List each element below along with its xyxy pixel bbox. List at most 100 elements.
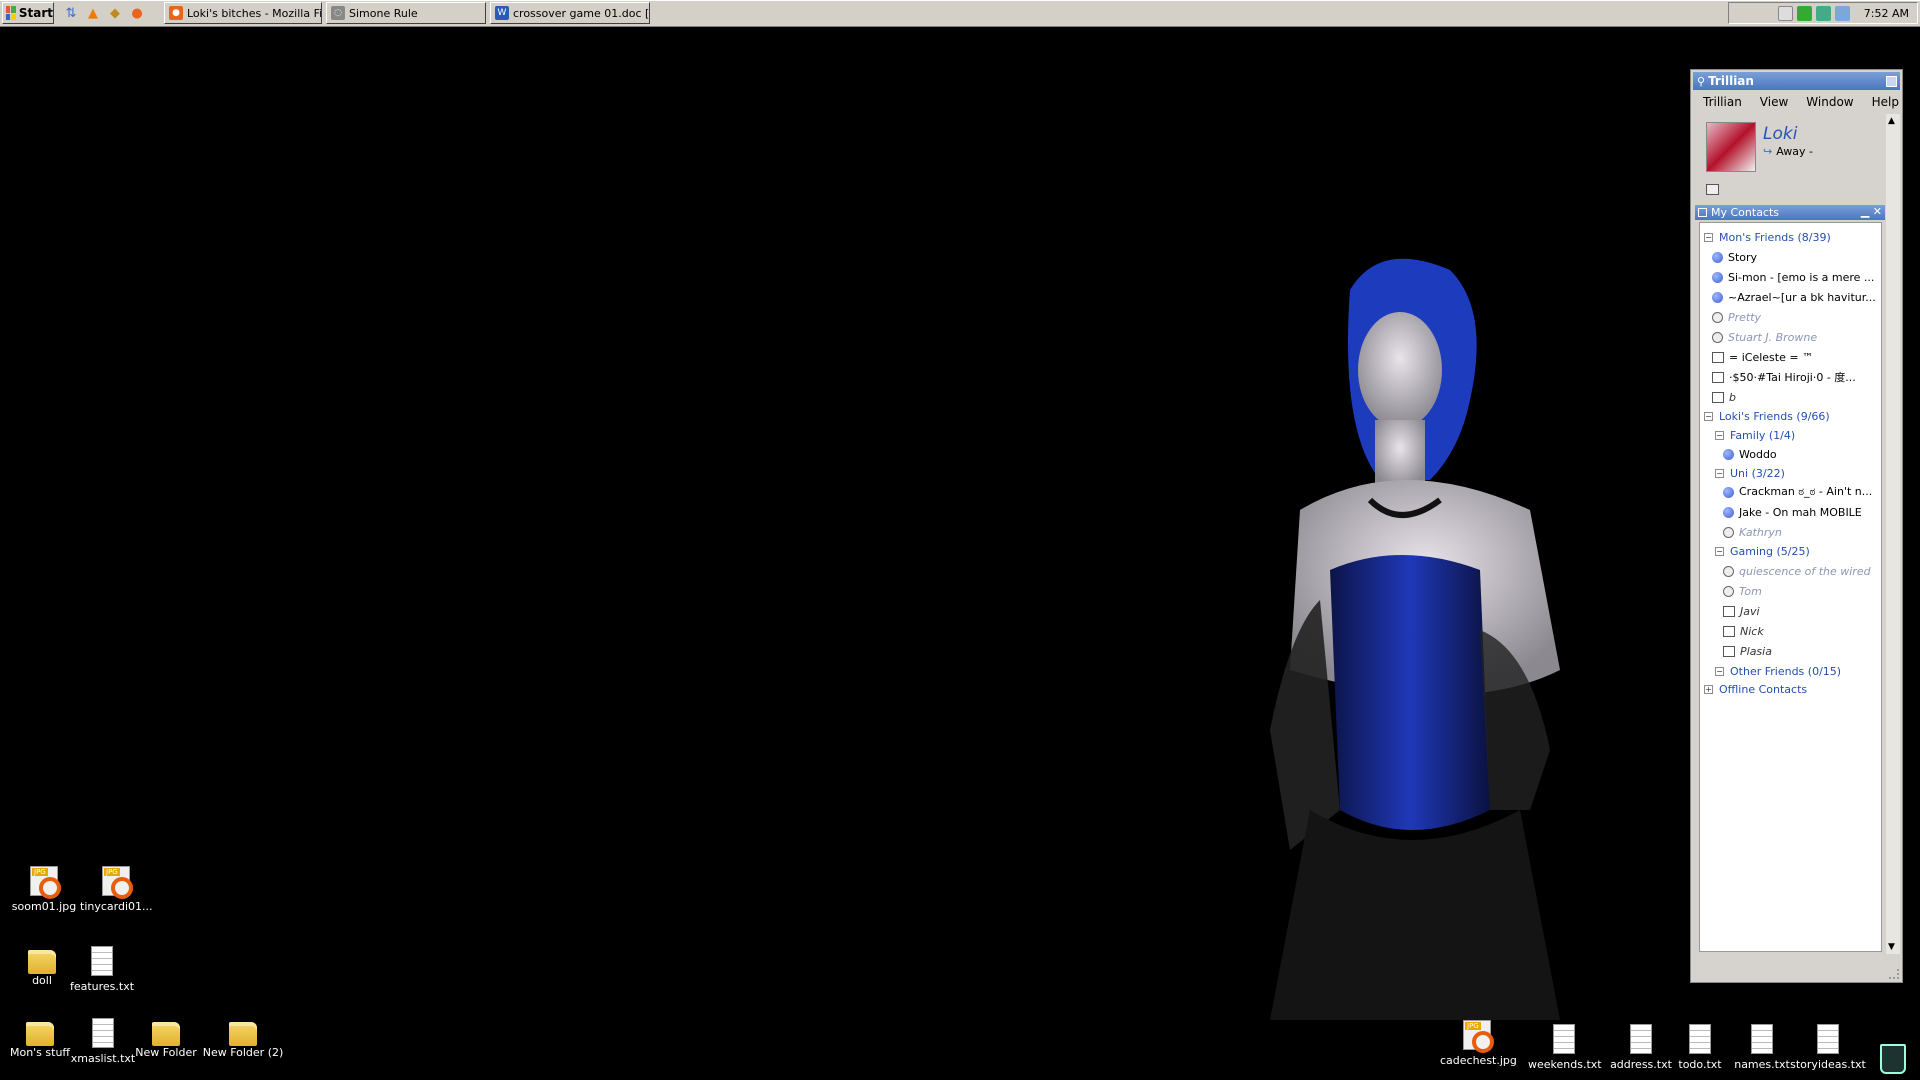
group-gaming[interactable]: − Gaming (5/25) xyxy=(1715,542,1810,560)
desktop-icon-address-txt[interactable]: address.txt xyxy=(1606,1024,1676,1071)
firefox-icon: ● xyxy=(169,6,183,20)
contact-javi[interactable]: Javi xyxy=(1723,602,1760,620)
desktop-icon-label: storyideas.txt xyxy=(1790,1058,1866,1071)
group-uni[interactable]: − Uni (3/22) xyxy=(1715,464,1785,482)
scroll-up-icon[interactable]: ▲ xyxy=(1888,116,1895,126)
online-status-icon xyxy=(1712,271,1723,283)
app-icon[interactable]: ◆ xyxy=(106,4,124,22)
contact-b[interactable]: b xyxy=(1712,388,1736,406)
contact-crackman[interactable]: Crackman ಠ_ಠ - Ain't n... xyxy=(1723,483,1880,501)
start-button[interactable]: Start xyxy=(2,2,54,24)
text-file-icon xyxy=(91,946,113,976)
desktop-icon-label: Mon's stuff xyxy=(9,1046,71,1059)
collapse-icon[interactable]: − xyxy=(1715,468,1724,478)
menu-window[interactable]: Window xyxy=(1806,95,1853,114)
desktop-icon-features-txt[interactable]: features.txt xyxy=(66,946,138,993)
group-mons-friends[interactable]: − Mon's Friends (8/39) xyxy=(1704,228,1831,246)
firefox-icon[interactable]: ● xyxy=(128,4,146,22)
group-label: Mon's Friends (8/39) xyxy=(1719,230,1831,244)
expand-icon[interactable]: + xyxy=(1704,684,1713,694)
folder-icon xyxy=(152,1022,180,1046)
contact-name: quiescence of the wired xyxy=(1739,564,1871,578)
contact-tom[interactable]: Tom xyxy=(1723,582,1762,600)
text-file-icon xyxy=(1553,1024,1575,1054)
collapse-icon[interactable]: − xyxy=(1704,232,1713,242)
contact-name: Stuart J. Browne xyxy=(1728,330,1818,344)
status-message-icon[interactable] xyxy=(1706,184,1719,195)
desktop-icon-tinycardi01[interactable]: tinycardi01... xyxy=(80,866,153,913)
contact-celeste[interactable]: = iCeleste = ™ xyxy=(1712,348,1813,366)
collapse-icon[interactable]: − xyxy=(1715,666,1724,676)
menu-view[interactable]: View xyxy=(1760,95,1788,114)
contact-stuart[interactable]: Stuart J. Browne xyxy=(1712,328,1817,346)
busy-status-icon xyxy=(1723,625,1735,637)
menu-trillian[interactable]: Trillian xyxy=(1703,95,1742,114)
away-status-icon xyxy=(1712,311,1723,323)
desktop-icon-label: tinycardi01... xyxy=(80,900,153,913)
contact-plasia[interactable]: Plasia xyxy=(1723,642,1772,660)
taskbar-button-label: crossover game 01.doc [... xyxy=(513,6,650,20)
contact-name: Nick xyxy=(1740,624,1764,638)
tray-app-icon[interactable] xyxy=(1796,5,1812,21)
away-status-icon xyxy=(1723,585,1734,597)
scroll-down-icon[interactable]: ▼ xyxy=(1888,942,1895,952)
avatar[interactable] xyxy=(1706,122,1756,172)
taskbar-button-word[interactable]: W crossover game 01.doc [... xyxy=(490,2,650,24)
text-file-icon xyxy=(1630,1024,1652,1054)
minimize-icon[interactable] xyxy=(1886,75,1897,87)
collapse-icon[interactable]: − xyxy=(1715,546,1724,556)
busy-status-icon xyxy=(1723,645,1735,657)
taskbar-button-label: Loki's bitches - Mozilla Fir... xyxy=(187,6,322,20)
menu-bar: Trillian View Window Help xyxy=(1691,90,1902,114)
text-file-icon xyxy=(1689,1024,1711,1054)
group-other-friends[interactable]: − Other Friends (0/15) xyxy=(1715,662,1841,680)
contact-nick[interactable]: Nick xyxy=(1723,622,1764,640)
status-selector[interactable]: ↪ Away - xyxy=(1763,145,1813,158)
contacts-header: My Contacts ▁ ✕ xyxy=(1695,205,1885,220)
title-bar[interactable]: ⚲ Trillian xyxy=(1693,72,1900,90)
trillian-tray-icon[interactable] xyxy=(1834,5,1850,21)
desktop-icon-todo-txt[interactable]: todo.txt xyxy=(1672,1024,1728,1071)
desktop-icon-names-txt[interactable]: names.txt xyxy=(1730,1024,1794,1071)
desktop-icon-cadechest[interactable]: cadechest.jpg xyxy=(1440,1020,1517,1067)
menu-help[interactable]: Help xyxy=(1872,95,1899,114)
recycle-bin-icon[interactable] xyxy=(1880,1044,1906,1074)
speech-bubble-icon[interactable] xyxy=(1777,5,1793,21)
desktop-icon-label: address.txt xyxy=(1610,1058,1672,1071)
network-icon[interactable]: ⇅ xyxy=(62,4,80,22)
group-offline-contacts[interactable]: + Offline Contacts xyxy=(1704,680,1807,698)
contact-azrael[interactable]: ~Azrael~[ur a bk havitur... xyxy=(1712,288,1880,306)
resize-grip-icon[interactable] xyxy=(1889,969,1899,979)
contacts-controls[interactable]: ▁ ✕ xyxy=(1861,205,1882,218)
text-file-icon xyxy=(1817,1024,1839,1054)
contact-simon[interactable]: Si-mon - [emo is a mere ... xyxy=(1712,268,1880,286)
desktop-icon-soom01[interactable]: soom01.jpg xyxy=(8,866,80,913)
tray-network-icon[interactable] xyxy=(1815,5,1831,21)
contact-tai[interactable]: ·$50·#Tai Hiroji·0 - 度... xyxy=(1712,368,1880,386)
contact-quiescence[interactable]: quiescence of the wired xyxy=(1723,562,1880,580)
contact-name: Story xyxy=(1728,250,1758,264)
contact-story[interactable]: Story xyxy=(1712,248,1757,266)
collapse-icon[interactable]: − xyxy=(1715,430,1724,440)
desktop-icon-storyideas-txt[interactable]: storyideas.txt xyxy=(1790,1024,1866,1071)
desktop-icon-new-folder-2[interactable]: New Folder (2) xyxy=(202,1018,284,1059)
desktop-icon-label: soom01.jpg xyxy=(11,900,77,913)
scrollbar[interactable]: ▲ ▼ xyxy=(1886,114,1900,954)
taskbar-button-firefox[interactable]: ● Loki's bitches - Mozilla Fir... xyxy=(164,2,322,24)
vlc-icon[interactable]: ▲ xyxy=(84,4,102,22)
desktop-icon-new-folder[interactable]: New Folder xyxy=(130,1018,202,1059)
collapse-icon[interactable]: − xyxy=(1704,411,1713,421)
group-lokis-friends[interactable]: − Loki's Friends (9/66) xyxy=(1704,407,1830,425)
contact-kathryn[interactable]: Kathryn xyxy=(1723,523,1782,541)
contact-jake[interactable]: Jake - On mah MOBILE xyxy=(1723,503,1880,521)
desktop-icon-weekends-txt[interactable]: weekends.txt xyxy=(1528,1024,1602,1071)
group-family[interactable]: − Family (1/4) xyxy=(1715,426,1795,444)
desktop-icon-xmaslist-txt[interactable]: xmaslist.txt xyxy=(67,1018,139,1065)
contact-pretty[interactable]: Pretty xyxy=(1712,308,1761,326)
contacts-icon xyxy=(1698,208,1707,217)
contact-woddo[interactable]: Woddo xyxy=(1723,445,1777,463)
contacts-title: My Contacts xyxy=(1711,206,1780,219)
desktop-icon-mons-stuff[interactable]: Mon's stuff xyxy=(4,1018,76,1059)
profile-name[interactable]: Loki xyxy=(1763,124,1797,144)
taskbar-button-chat[interactable]: ◌ Simone Rule xyxy=(326,2,486,24)
